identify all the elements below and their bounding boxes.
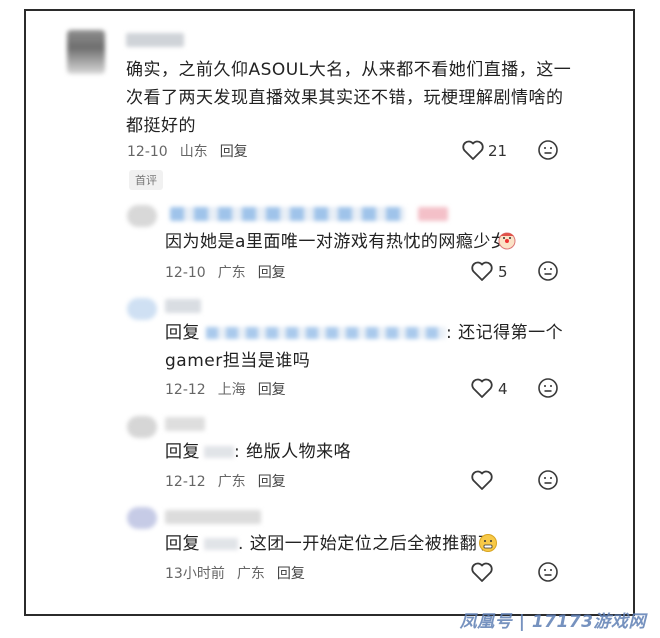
avatar[interactable] [127, 507, 157, 529]
comment-text: 回复: 还记得第一个 gamer担当是谁吗 [165, 323, 564, 371]
reply-button[interactable]: 回复 [258, 474, 286, 490]
like-icon[interactable] [470, 260, 494, 282]
comment-date: 12-12 [165, 474, 206, 490]
mentioned-username-redacted[interactable] [206, 327, 446, 339]
comment-date: 12-10 [165, 265, 206, 281]
grimacing-face-icon [478, 533, 498, 553]
like-count: 21 [488, 142, 508, 160]
avatar[interactable] [127, 298, 157, 320]
comment-text: 回复: 绝版人物来咯 [165, 442, 352, 462]
comment-date: 12-12 [165, 382, 206, 398]
watermark: 凤凰号 | 17173游戏网 [459, 612, 646, 632]
reply-button[interactable]: 回复 [258, 265, 286, 281]
comment-date: 13小时前 [165, 566, 225, 582]
comment-date: 12-10 [127, 144, 168, 160]
emoji-reaction-icon[interactable] [537, 139, 559, 161]
comment-location: 广东 [217, 474, 246, 490]
reply-button[interactable]: 回复 [258, 382, 286, 398]
like-icon[interactable] [470, 469, 494, 491]
username-redacted[interactable] [418, 207, 448, 221]
username-redacted[interactable] [165, 510, 261, 524]
reply-button[interactable]: 回复 [220, 144, 248, 160]
avatar[interactable] [67, 30, 105, 74]
emoji-reaction-icon[interactable] [537, 377, 559, 399]
comment-location: 广东 [236, 566, 265, 582]
like-icon[interactable] [461, 139, 485, 161]
username-redacted[interactable] [165, 417, 205, 431]
comment-meta: 13小时前 广东 回复 [165, 563, 317, 583]
comment-text: 确实，之前久仰ASOUL大名，从来都不看她们直播，这一 次看了两天发现直播效果其… [126, 60, 572, 136]
avatar[interactable] [127, 416, 157, 438]
comment-text: 回复. 这团一开始定位之后全被推翻了 [165, 534, 495, 554]
emoji-reaction-icon[interactable] [537, 260, 559, 282]
avatar[interactable] [127, 205, 157, 227]
like-icon[interactable] [470, 377, 494, 399]
mentioned-username-redacted[interactable] [204, 446, 234, 458]
comment-location: 山东 [179, 144, 208, 160]
comment-meta: 12-12 上海 回复 [165, 379, 298, 399]
like-count: 4 [498, 380, 508, 398]
comment-text: 因为她是a里面唯一对游戏有热忱的网瘾少女 [165, 232, 509, 252]
comment-meta: 12-10 广东 回复 [165, 262, 298, 282]
comment-meta: 12-10 山东 回复 [127, 141, 260, 161]
first-comment-badge: 首评 [129, 170, 163, 190]
like-count: 5 [498, 263, 508, 281]
emoji-reaction-icon[interactable] [537, 561, 559, 583]
comment-meta: 12-12 广东 回复 [165, 471, 298, 491]
mentioned-username-redacted[interactable] [204, 538, 238, 550]
clown-face-icon [497, 230, 517, 250]
reply-button[interactable]: 回复 [277, 566, 305, 582]
username-redacted[interactable] [170, 207, 405, 221]
username-redacted[interactable] [165, 299, 201, 313]
comment-location: 上海 [217, 382, 246, 398]
like-icon[interactable] [470, 561, 494, 583]
username-redacted[interactable] [126, 33, 184, 47]
comment-location: 广东 [217, 265, 246, 281]
emoji-reaction-icon[interactable] [537, 469, 559, 491]
